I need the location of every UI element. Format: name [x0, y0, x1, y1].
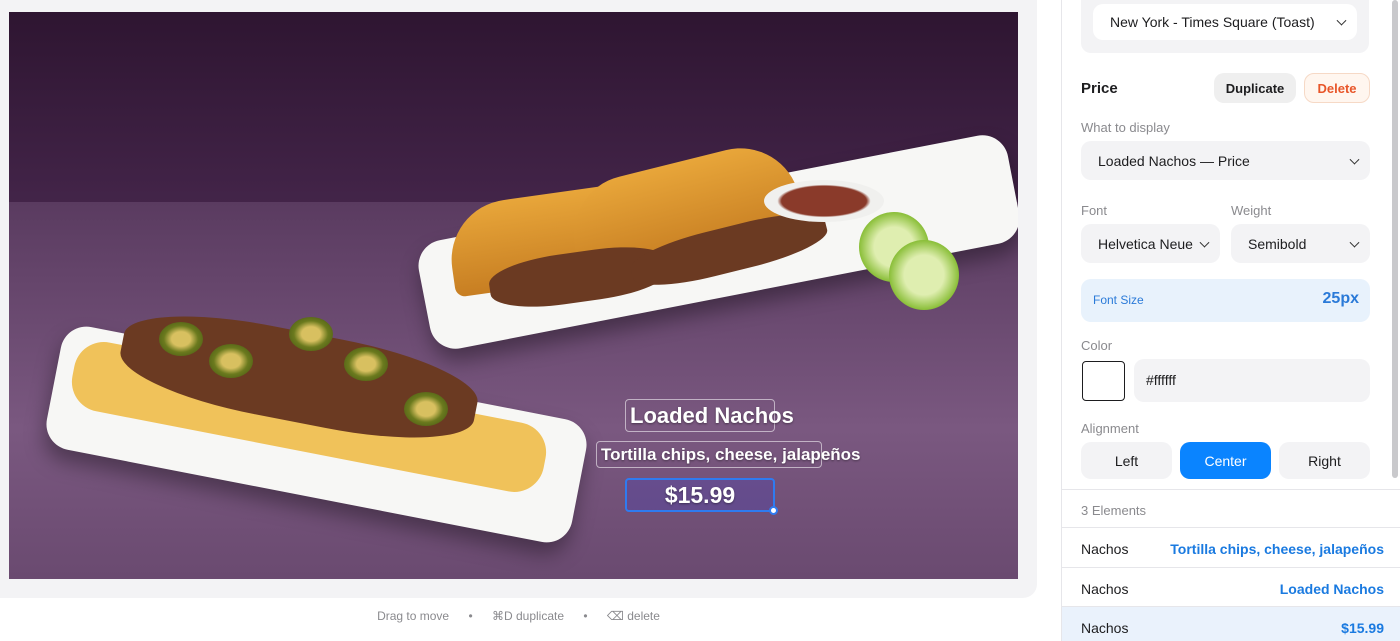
element-row[interactable]: Nachos Tortilla chips, cheese, jalapeños — [1062, 527, 1400, 567]
delete-button[interactable]: Delete — [1304, 73, 1370, 103]
sauce-cup-image — [764, 180, 884, 222]
divider — [1062, 489, 1400, 490]
canvas-price-text[interactable]: $15.99 — [625, 478, 778, 515]
jalapeno-image — [209, 344, 253, 378]
element-row-value: Loaded Nachos — [1279, 581, 1384, 597]
element-row-name: Nachos — [1081, 581, 1129, 597]
align-right-button[interactable]: Right — [1279, 442, 1370, 479]
weight-select-value: Semibold — [1248, 235, 1307, 252]
inspector-panel: New York - Times Square (Toast) Price Du… — [1061, 0, 1400, 641]
section-title: Price — [1081, 80, 1118, 97]
weight-label: Weight — [1231, 203, 1272, 218]
canvas-title-text[interactable]: Loaded Nachos — [625, 399, 794, 432]
resize-handle[interactable] — [769, 506, 778, 515]
hint-separator: • — [468, 609, 473, 623]
location-card: New York - Times Square (Toast) — [1081, 0, 1369, 53]
hint-delete: ⌫ delete — [606, 609, 660, 623]
price-text: $15.99 — [664, 482, 736, 508]
location-select[interactable]: New York - Times Square (Toast) — [1093, 4, 1357, 40]
chevron-down-icon — [1349, 154, 1360, 165]
jalapeno-image — [344, 347, 388, 381]
color-swatch[interactable] — [1082, 361, 1125, 401]
element-row-selected[interactable]: Nachos $15.99 — [1062, 606, 1400, 641]
element-row-value: Tortilla chips, cheese, jalapeños — [1170, 541, 1384, 557]
font-size-field[interactable]: Font Size 25px — [1081, 279, 1370, 322]
color-hex-input[interactable]: #ffffff — [1134, 359, 1370, 402]
chevron-down-icon — [1349, 237, 1360, 248]
font-size-value: 25px — [1322, 290, 1359, 307]
display-label: What to display — [1081, 120, 1170, 135]
font-select-value: Helvetica Neue — [1098, 235, 1193, 252]
jalapeno-image — [289, 317, 333, 351]
element-row-name: Nachos — [1081, 541, 1129, 557]
canvas-description-text[interactable]: Tortilla chips, cheese, jalapeños — [596, 441, 861, 468]
display-select[interactable]: Loaded Nachos — Price — [1081, 141, 1370, 180]
menu-board-canvas[interactable] — [9, 12, 1018, 579]
align-left-button[interactable]: Left — [1081, 442, 1172, 479]
duplicate-button[interactable]: Duplicate — [1214, 73, 1296, 103]
hint-separator: • — [583, 609, 588, 623]
display-select-value: Loaded Nachos — Price — [1098, 152, 1250, 169]
element-row-name: Nachos — [1081, 620, 1129, 636]
alignment-label: Alignment — [1081, 421, 1139, 436]
jalapeno-image — [404, 392, 448, 426]
keyboard-hints: Drag to move • ⌘D duplicate • ⌫ delete — [0, 609, 1037, 623]
weight-select[interactable]: Semibold — [1231, 224, 1370, 263]
lime-wedge-image — [889, 240, 959, 310]
font-label: Font — [1081, 203, 1108, 218]
font-select[interactable]: Helvetica Neue — [1081, 224, 1220, 263]
chevron-down-icon — [1199, 237, 1210, 248]
hint-duplicate: ⌘D duplicate — [491, 609, 565, 623]
elements-count: 3 Elements — [1081, 503, 1147, 518]
jalapeno-image — [159, 322, 203, 356]
location-select-value: New York - Times Square (Toast) — [1110, 14, 1315, 30]
canvas-area: Loaded Nachos Tortilla chips, cheese, ja… — [0, 0, 1037, 598]
align-center-button[interactable]: Center — [1180, 442, 1271, 479]
element-row-value: $15.99 — [1341, 620, 1384, 636]
chevron-down-icon — [1336, 15, 1347, 26]
font-size-label: Font Size — [1093, 293, 1144, 307]
color-label: Color — [1081, 338, 1113, 353]
panel-scrollbar[interactable] — [1392, 0, 1398, 478]
hint-move: Drag to move — [377, 609, 450, 623]
element-row[interactable]: Nachos Loaded Nachos — [1062, 567, 1400, 607]
